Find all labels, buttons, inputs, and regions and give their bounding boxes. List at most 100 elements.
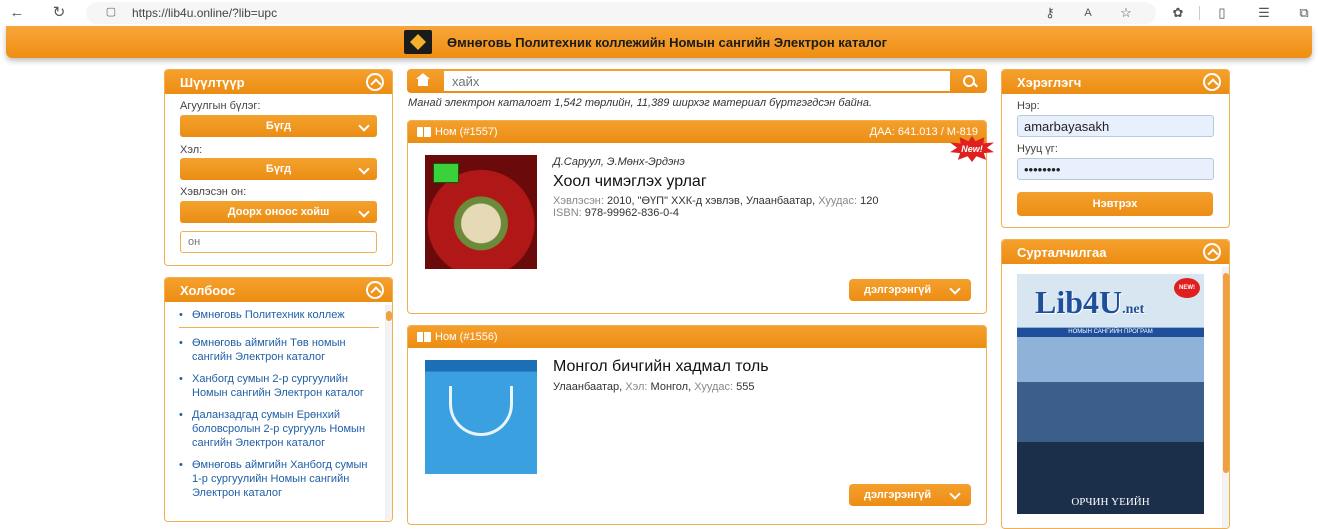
toolbar-separator xyxy=(1199,6,1200,20)
year-input[interactable] xyxy=(180,231,377,253)
library-logo-icon[interactable] xyxy=(404,30,432,54)
advertisement-image[interactable]: Lib4U.net NEW! НОМЫН САНГИЙН ПРОГРАМ ОРЧ… xyxy=(1017,274,1204,514)
book-author: Д.Саруул, Э.Мөнх-Эрдэнэ xyxy=(553,156,685,168)
ad-brand-logo: Lib4U.net xyxy=(1035,284,1144,321)
published-value: 2010, "ӨҮП" ХХК-д хэвлэв, Улаанбаатар, xyxy=(607,195,816,207)
extensions-icon[interactable]: ✿ xyxy=(1170,5,1186,21)
link-item[interactable]: Өмнөговь аймгийн Төв номын сангийн Элект… xyxy=(179,336,379,364)
collapse-up-icon[interactable] xyxy=(366,73,384,91)
pages-key: Хуудас: xyxy=(694,381,734,393)
favorites-list-icon[interactable]: ☰ xyxy=(1256,5,1272,21)
links-panel: Холбоос Өмнөговь Политехник коллеж Өмнөг… xyxy=(164,277,393,522)
user-panel: Хэрэглэгч Нэр: Нууц үг: Нэвтрэх xyxy=(1001,69,1230,228)
book-publication: Улаанбаатар, Хэл: Монгол, Хуудас: 555 xyxy=(553,381,754,394)
collapse-up-icon[interactable] xyxy=(366,281,384,299)
chevron-down-icon xyxy=(358,120,370,132)
search-input[interactable] xyxy=(444,71,950,91)
search-icon[interactable] xyxy=(953,69,987,93)
password-input[interactable] xyxy=(1017,158,1214,180)
site-header: Өмнөговь Политехник коллежийн Номын санг… xyxy=(6,26,1312,58)
favorite-star-icon[interactable]: ☆ xyxy=(1118,5,1134,21)
read-aloud-icon[interactable]: A xyxy=(1080,5,1096,21)
cover-script xyxy=(449,386,513,436)
book-card-header: Ном (#1557) ДАА: 641.013 / М-819 xyxy=(408,121,986,143)
link-item[interactable]: Өмнөговь аймгийн Ханбогд сумын 1-р сургу… xyxy=(179,458,379,500)
login-button[interactable]: Нэвтрэх xyxy=(1017,192,1213,216)
chevron-down-icon xyxy=(358,206,370,218)
chevron-down-icon xyxy=(358,163,370,175)
search-bar xyxy=(407,69,987,93)
links-title: Холбоос xyxy=(180,283,236,298)
language-label: Хэл: xyxy=(180,144,203,156)
book-isbn: ISBN: 978-99962-836-0-4 xyxy=(553,207,679,220)
url-text[interactable]: https://lib4u.online/?lib=upc xyxy=(132,6,277,20)
link-item[interactable]: Даланзадгад сумын Ерөнхий боловсролын 2-… xyxy=(179,408,379,450)
year-label: Хэвлэсэн он: xyxy=(180,186,247,198)
ad-strip-text: НОМЫН САНГИЙН ПРОГРАМ xyxy=(1017,328,1204,337)
cover-sticker xyxy=(433,163,459,183)
isbn-value: 978-99962-836-0-4 xyxy=(584,207,679,219)
links-list: Өмнөговь Политехник коллеж Өмнөговь аймг… xyxy=(179,308,379,508)
year-select[interactable]: Доорх оноос хойш xyxy=(180,201,377,223)
book-card: Ном (#1557) ДАА: 641.013 / М-819 New! Д.… xyxy=(407,120,994,314)
back-arrow-icon[interactable]: ← xyxy=(8,4,26,22)
book-icon xyxy=(417,332,431,342)
ad-caption: ОРЧИН ҮЕИЙН xyxy=(1071,496,1150,508)
book-classification: ДАА: 641.013 / М-819 xyxy=(869,126,978,138)
link-item[interactable]: Ханбогд сумын 2-р сургуулийн Номын санги… xyxy=(179,372,379,400)
details-button-label: дэлгэрэнгүй xyxy=(864,489,932,501)
published-key: Хэвлэсэн: xyxy=(553,195,604,207)
book-id: Ном (#1556) xyxy=(435,331,498,343)
section-select[interactable]: Бүгд xyxy=(180,115,377,137)
book-title[interactable]: Хоол чимэглэх урлаг xyxy=(553,173,707,191)
book-card: Ном (#1556) Монгол бичгийн хадмал толь У… xyxy=(407,325,987,525)
username-label: Нэр: xyxy=(1017,100,1040,112)
filter-panel: Шүүлтүүр Агуулгын бүлэг: Бүгд Хэл: Бүгд … xyxy=(164,69,393,266)
collapse-up-icon[interactable] xyxy=(1203,243,1221,261)
split-screen-icon[interactable]: ▯ xyxy=(1214,5,1230,21)
site-info-icon[interactable]: ▢ xyxy=(104,5,118,19)
chevron-down-icon xyxy=(949,283,961,295)
ad-brand-text: Lib4U xyxy=(1035,284,1123,320)
home-icon[interactable] xyxy=(407,69,441,93)
book-id: Ном (#1557) xyxy=(435,126,498,138)
filter-title: Шүүлтүүр xyxy=(180,75,245,90)
ads-scroll-thumb[interactable] xyxy=(1223,273,1229,473)
ads-scrollbar[interactable] xyxy=(1222,267,1229,528)
section-select-value: Бүгд xyxy=(265,120,292,132)
browser-toolbar: ← ↻ ▢ https://lib4u.online/?lib=upc ⚷ A … xyxy=(0,0,1318,26)
pages-value: 555 xyxy=(736,381,755,393)
language-key: Хэл: xyxy=(625,381,648,393)
ad-new-badge: NEW! xyxy=(1174,278,1200,298)
collapse-up-icon[interactable] xyxy=(1203,73,1221,91)
details-button[interactable]: дэлгэрэнгүй xyxy=(849,279,971,301)
links-scroll-thumb[interactable] xyxy=(386,311,392,321)
details-button-label: дэлгэрэнгүй xyxy=(864,284,932,296)
language-select-value: Бүгд xyxy=(265,163,292,175)
links-panel-header: Холбоос xyxy=(165,278,392,302)
book-title[interactable]: Монгол бичгийн хадмал толь xyxy=(553,358,769,376)
book-place: Улаанбаатар, xyxy=(553,381,623,393)
ads-panel-header: Сурталчилгаа xyxy=(1002,240,1229,264)
user-title: Хэрэглэгч xyxy=(1017,75,1082,90)
password-label: Нууц үг: xyxy=(1017,143,1058,155)
collections-icon[interactable]: ⧉ xyxy=(1296,5,1312,21)
chevron-down-icon xyxy=(949,488,961,500)
refresh-icon[interactable]: ↻ xyxy=(50,4,68,22)
details-button[interactable]: дэлгэрэнгүй xyxy=(849,484,971,506)
links-scrollbar[interactable] xyxy=(385,305,392,521)
pages-key: Хуудас: xyxy=(818,195,858,207)
language-select[interactable]: Бүгд xyxy=(180,158,377,180)
book-cover-image[interactable] xyxy=(425,155,537,269)
site-title: Өмнөговь Политехник коллежийн Номын санг… xyxy=(447,35,888,50)
year-select-value: Доорх оноос хойш xyxy=(227,206,330,218)
ads-title: Сурталчилгаа xyxy=(1017,245,1107,260)
book-cover-image[interactable] xyxy=(425,360,537,474)
section-label: Агуулгын бүлэг: xyxy=(180,100,261,112)
username-input[interactable] xyxy=(1017,115,1214,137)
link-item[interactable]: Өмнөговь Политехник коллеж xyxy=(179,308,379,328)
book-card-header: Ном (#1556) xyxy=(408,326,986,348)
key-icon[interactable]: ⚷ xyxy=(1042,5,1058,21)
catalog-summary: Манай электрон каталогт 1,542 төрлийн, 1… xyxy=(408,97,873,109)
isbn-key: ISBN: xyxy=(553,207,582,219)
